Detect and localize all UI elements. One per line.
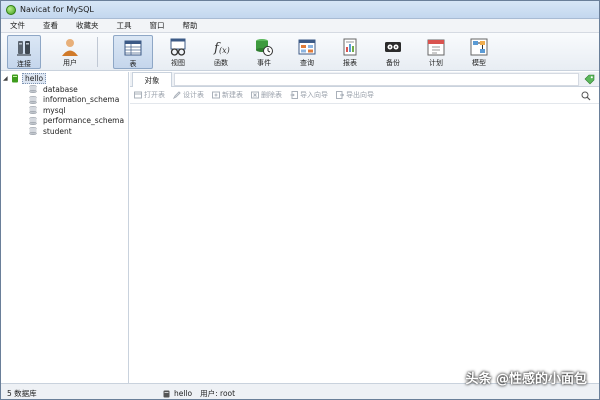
menu-help[interactable]: 帮助 <box>174 20 207 31</box>
object-list-area[interactable] <box>130 105 599 383</box>
toolbar-button-user[interactable]: 用户 <box>53 35 87 69</box>
status-user: 用户: root <box>200 389 236 398</box>
database-icon <box>29 106 37 115</box>
delete-table-button[interactable]: 删除表 <box>251 90 282 100</box>
toolbar-button-model[interactable]: 模型 <box>462 35 496 69</box>
model-icon <box>469 37 489 57</box>
toolbar-button-function[interactable]: f (x) 函数 <box>204 35 238 69</box>
search-icon[interactable] <box>581 91 591 101</box>
export-wizard-button[interactable]: 导出向导 <box>336 90 374 100</box>
menu-favorites[interactable]: 收藏夹 <box>67 20 108 31</box>
toolbar-label: 连接 <box>17 60 31 68</box>
tree-connection-hello[interactable]: ◢ hello <box>3 72 125 84</box>
toolbar-button-event[interactable]: 事件 <box>247 35 281 69</box>
toolbar-separator <box>97 37 98 67</box>
toolbar-label: 模型 <box>472 59 486 67</box>
tree-item-student[interactable]: student <box>29 126 124 137</box>
new-table-button[interactable]: 新建表 <box>212 90 243 100</box>
svg-text:(x): (x) <box>219 46 230 55</box>
delete-table-label: 删除表 <box>261 91 282 99</box>
tag-icon[interactable] <box>584 74 595 85</box>
menu-file[interactable]: 文件 <box>1 20 34 31</box>
export-icon <box>336 91 345 99</box>
toolbar-button-query[interactable]: 查询 <box>290 35 324 69</box>
open-table-button[interactable]: 打开表 <box>134 90 165 100</box>
toolbar-button-view[interactable]: 视图 <box>161 35 195 69</box>
toolbar-button-backup[interactable]: 备份 <box>376 35 410 69</box>
database-icon <box>29 95 37 104</box>
toolbar-label: 查询 <box>300 59 314 67</box>
connection-icon <box>163 390 170 398</box>
menu-tools[interactable]: 工具 <box>108 20 141 31</box>
event-icon <box>254 37 274 57</box>
watermark-text: 头条 @性感的小面包 <box>465 372 587 387</box>
open-table-icon <box>134 91 142 99</box>
tree-item-mysql[interactable]: mysql <box>29 105 124 116</box>
delete-table-icon <box>251 91 259 99</box>
database-icon <box>29 127 37 136</box>
backup-icon <box>383 37 403 57</box>
tab-strip <box>174 73 579 86</box>
connection-icon <box>11 74 19 83</box>
toolbar-label: 事件 <box>257 59 271 67</box>
database-label: database <box>43 84 78 94</box>
new-table-label: 新建表 <box>222 91 243 99</box>
title-bar: Navicat for MySQL <box>1 1 599 19</box>
status-connection-name: hello <box>174 389 193 398</box>
toolbar-button-report[interactable]: 报表 <box>333 35 367 69</box>
toolbar-label: 表 <box>129 60 137 68</box>
connection-tree: ◢ hello database information_schema mysq… <box>1 72 129 383</box>
database-label: performance_schema <box>43 116 125 126</box>
toolbar-label: 备份 <box>386 59 400 67</box>
connection-icon <box>14 38 34 58</box>
table-icon <box>123 38 143 58</box>
collapse-arrow-icon[interactable]: ◢ <box>3 75 11 82</box>
design-table-icon <box>172 91 181 100</box>
design-table-label: 设计表 <box>183 91 204 99</box>
menu-view[interactable]: 查看 <box>34 20 67 31</box>
export-wizard-label: 导出向导 <box>346 91 374 99</box>
tree-item-database[interactable]: database <box>29 84 124 95</box>
navicat-logo-icon <box>6 4 16 15</box>
report-icon <box>340 37 360 57</box>
open-table-label: 打开表 <box>144 91 165 99</box>
import-wizard-label: 导入向导 <box>300 91 328 99</box>
database-list: database information_schema mysql perfor… <box>29 84 124 137</box>
database-count: 5 数据库 <box>7 389 37 398</box>
toolbar-label: 计划 <box>429 59 443 67</box>
import-icon <box>290 91 298 99</box>
user-icon <box>60 37 80 57</box>
tree-connection-label: hello <box>22 72 47 84</box>
toolbar-button-connection[interactable]: 连接 <box>7 35 41 69</box>
schedule-icon <box>426 37 446 57</box>
database-icon <box>29 116 37 125</box>
database-icon <box>29 85 37 94</box>
main-toolbar: 连接 用户 表 视图 f (x) 函数 事件 查询 报表 备份 计划 模型 <box>1 33 599 71</box>
status-connection-info: hello 用户: root <box>163 388 235 399</box>
import-wizard-button[interactable]: 导入向导 <box>290 90 328 100</box>
tab-bar: 对象 <box>130 72 599 87</box>
window-title: Navicat for MySQL <box>20 5 94 14</box>
tab-objects[interactable]: 对象 <box>132 72 172 87</box>
new-table-icon <box>212 91 220 99</box>
toolbar-label: 用户 <box>63 59 77 67</box>
toolbar-button-table[interactable]: 表 <box>113 35 153 69</box>
tree-item-performance-schema[interactable]: performance_schema <box>29 116 124 127</box>
view-icon <box>168 37 188 57</box>
menu-window[interactable]: 窗口 <box>141 20 174 31</box>
database-label: student <box>43 126 72 136</box>
database-label: information_schema <box>43 95 120 105</box>
toolbar-button-schedule[interactable]: 计划 <box>419 35 453 69</box>
database-label: mysql <box>43 105 66 115</box>
app-window: Navicat for MySQL 文件 查看 收藏夹 工具 窗口 帮助 连接 … <box>0 0 600 400</box>
object-toolbar: 打开表 设计表 新建表 删除表 导入向导 导出向导 <box>130 87 599 104</box>
toolbar-label: 报表 <box>343 59 357 67</box>
query-icon <box>297 37 317 57</box>
toolbar-label: 函数 <box>214 59 228 67</box>
menu-bar: 文件 查看 收藏夹 工具 窗口 帮助 <box>1 19 599 33</box>
toolbar-label: 视图 <box>171 59 185 67</box>
tree-item-information-schema[interactable]: information_schema <box>29 95 124 106</box>
design-table-button[interactable]: 设计表 <box>172 90 204 100</box>
function-icon: f (x) <box>211 37 231 57</box>
